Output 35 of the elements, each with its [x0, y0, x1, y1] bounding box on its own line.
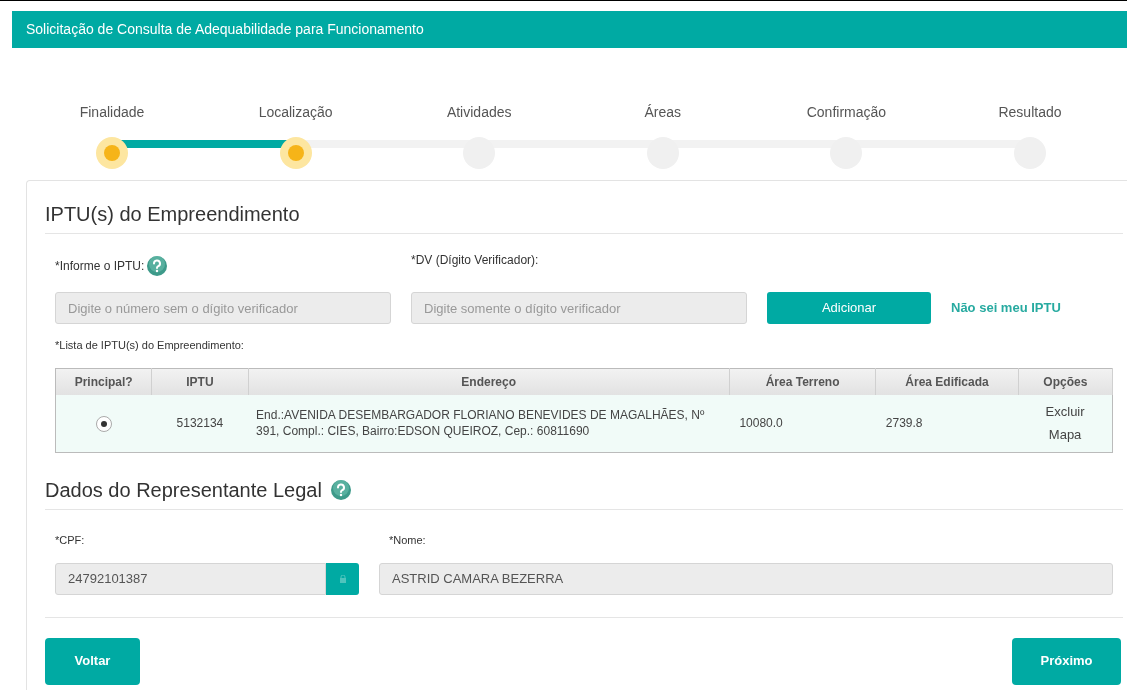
step-label: Atividades — [446, 103, 512, 122]
table-cell: 5132134 — [176, 416, 224, 431]
column-header: IPTU — [151, 368, 249, 395]
option-link[interactable]: Mapa — [1048, 425, 1082, 445]
column-header: Área Edificada — [875, 368, 1019, 395]
name-field[interactable]: ASTRID CAMARA BEZERRA — [379, 562, 1113, 595]
page-title: Solicitação de Consulta de Adequabilidade para Funcionamento — [26, 20, 424, 39]
column-header: Área Terreno — [729, 368, 876, 395]
field-label: *DV (Dígito Verificador): — [411, 252, 539, 269]
option-link[interactable]: Excluir — [1045, 401, 1085, 422]
column-header: Endereço — [248, 368, 730, 395]
radio-button[interactable] — [95, 416, 112, 433]
help-icon[interactable] — [329, 479, 352, 501]
section-title: Dados do Representante Legal — [45, 478, 322, 503]
step-label: Áreas — [644, 103, 682, 122]
step-label: Localização — [258, 103, 333, 122]
field-label: *Informe o IPTU: — [55, 258, 145, 275]
lock-icon — [339, 574, 346, 583]
list-label: *Lista de IPTU(s) do Empreendimento: — [55, 339, 244, 351]
column-header: Opções — [1018, 368, 1113, 395]
step-label: Resultado — [998, 103, 1062, 122]
field-label: *Nome: — [389, 533, 426, 548]
field-label: *CPF: — [55, 533, 86, 548]
iptu-field[interactable]: Digite o número sem o dígito verificador — [55, 292, 391, 324]
table-cell: 10080.0 — [739, 416, 783, 431]
step-label: Confirmação — [806, 103, 887, 122]
section-title: IPTU(s) do Empreendimento — [45, 199, 1123, 234]
dv-field[interactable]: Digite somente o dígito verificador — [411, 292, 747, 324]
step-label: Finalidade — [79, 103, 145, 122]
column-header: Principal? — [55, 368, 152, 395]
cpf-field[interactable]: 24792101387 — [55, 562, 326, 595]
lookup-button[interactable] — [326, 562, 359, 595]
help-icon[interactable] — [146, 255, 169, 277]
table-cell: End.:AVENIDA DESEMBARGADOR FLORIANO BENEVIDES DE MAGALHÃES, Nº 391, Compl.: CIES, Bairro:EDSON QUEIROZ, Cep.: 60811690 — [256, 408, 705, 439]
table-cell: 2739.8 — [885, 416, 923, 431]
